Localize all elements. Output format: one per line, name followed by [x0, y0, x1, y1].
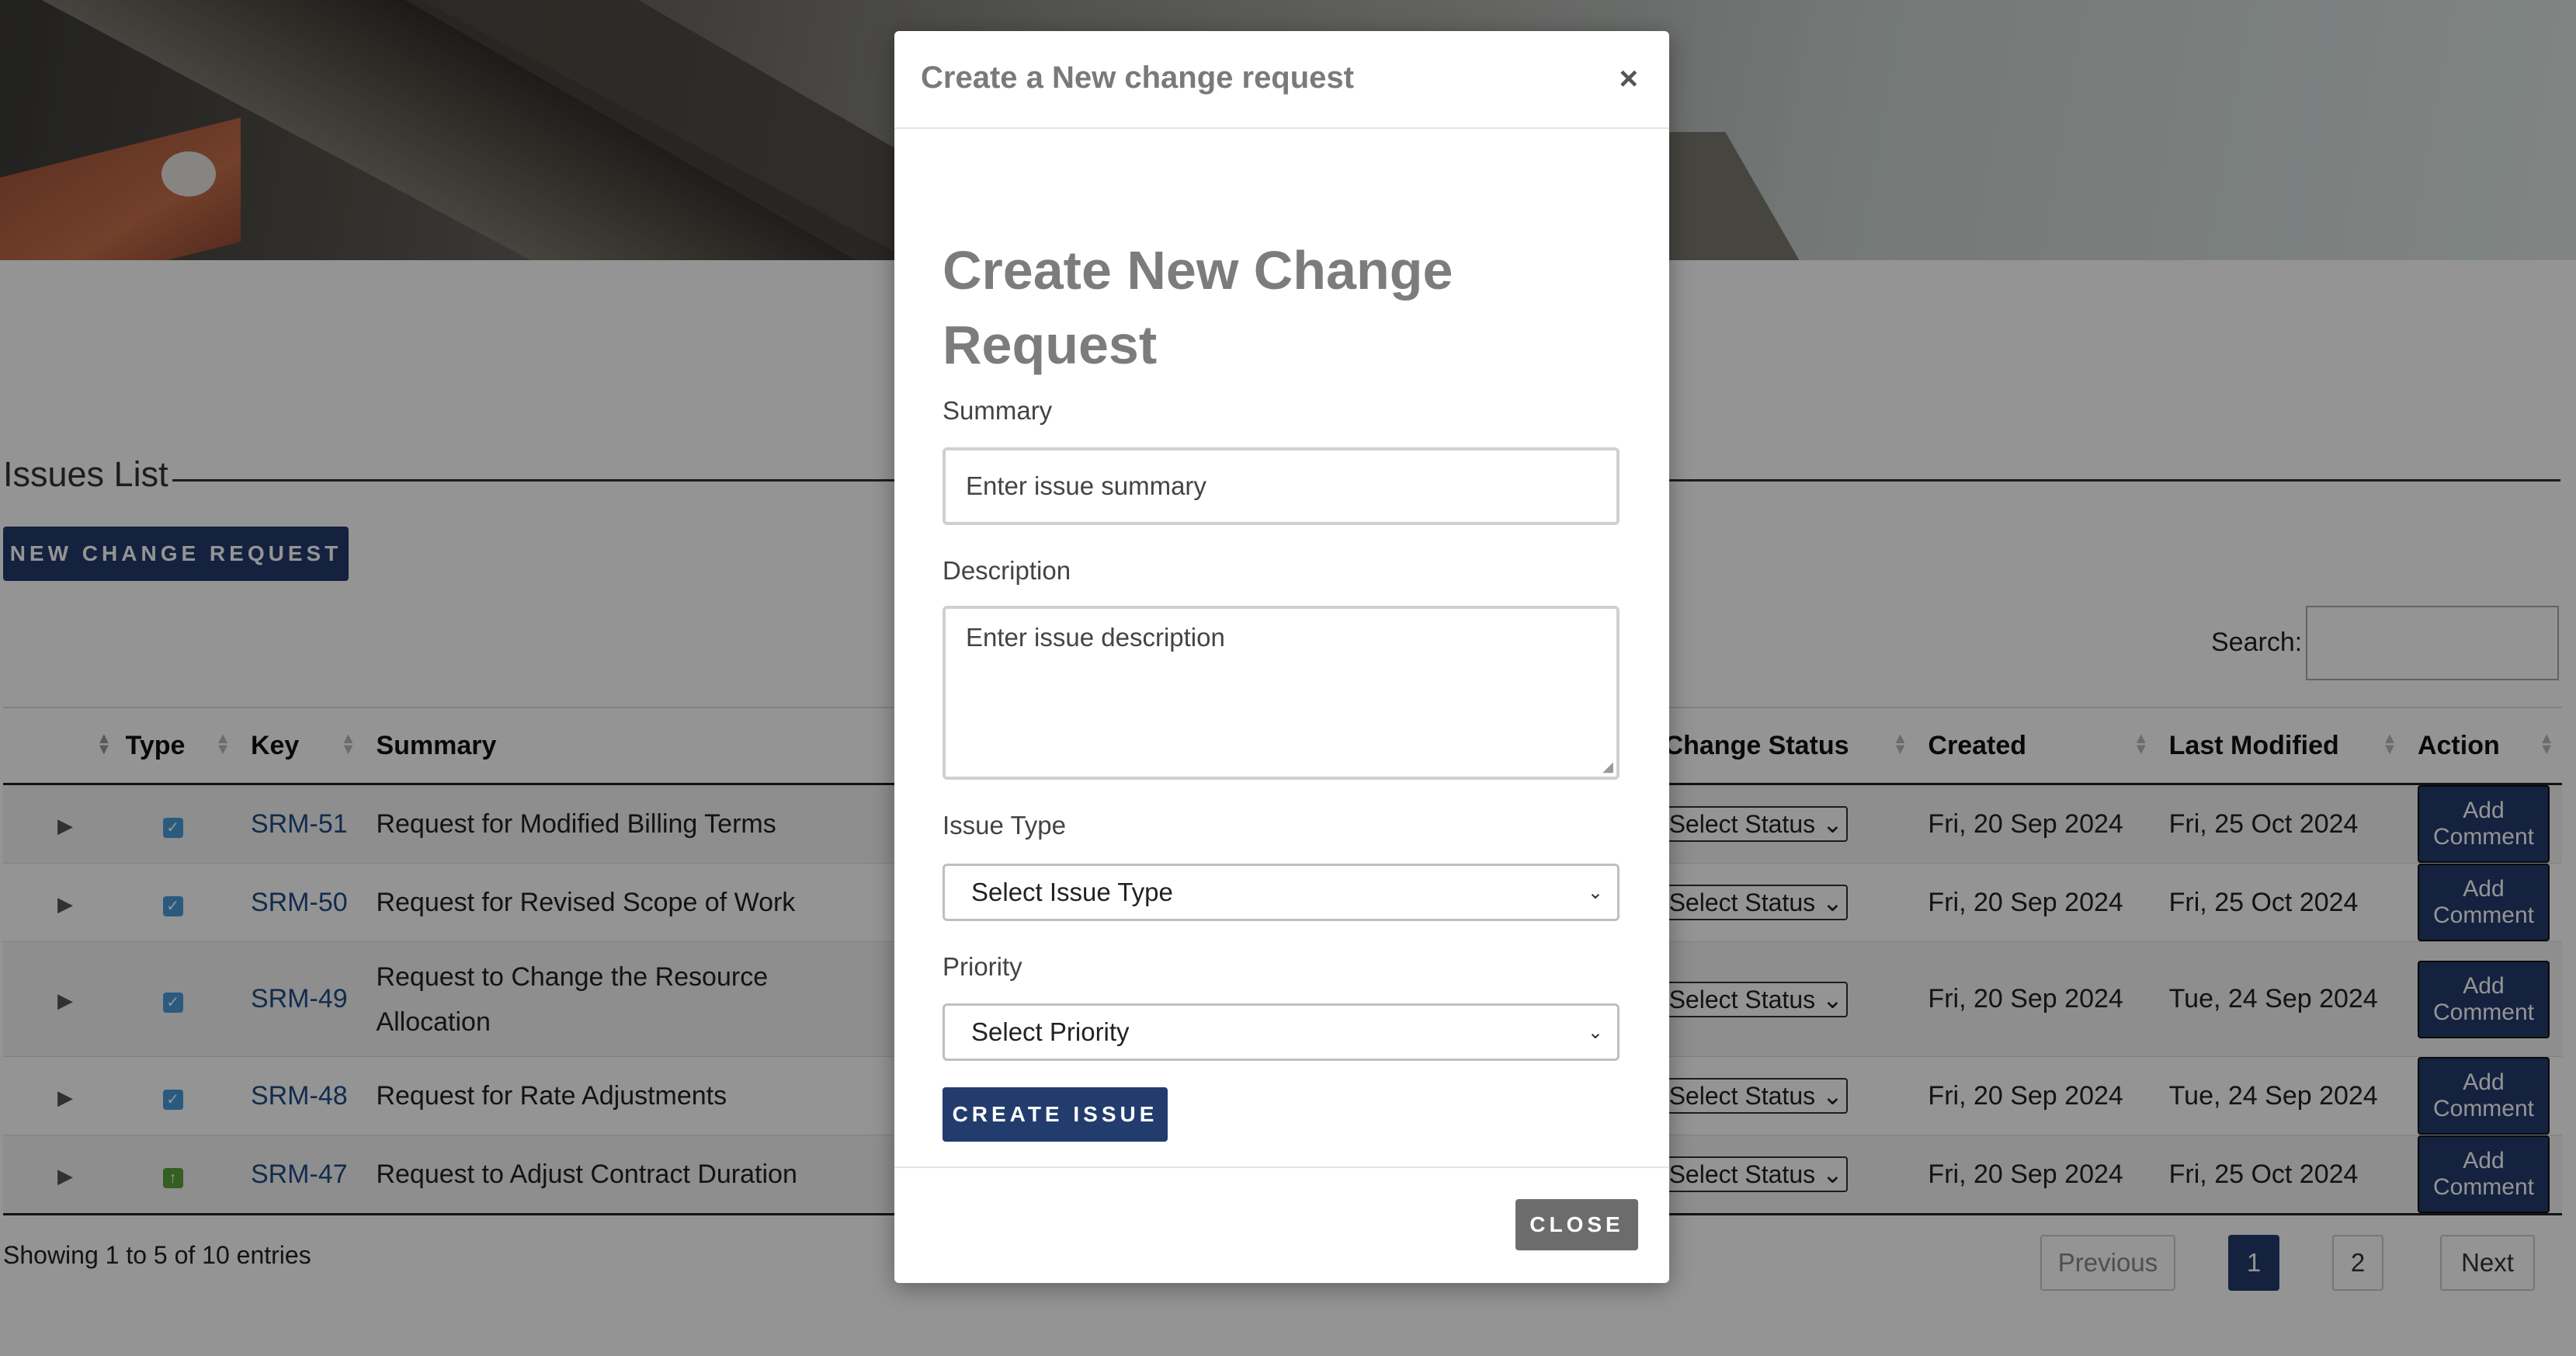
priority-label: Priority	[943, 952, 1022, 981]
modal-header: Create a New change request ×	[894, 31, 1669, 129]
form-heading: Create New Change Request	[943, 240, 1453, 375]
modal-title: Create a New change request	[921, 61, 1354, 95]
description-label: Description	[943, 556, 1071, 585]
issue-type-select[interactable]: Select Issue Type ⌄	[943, 864, 1620, 921]
modal-footer: CLOSE	[894, 1167, 1669, 1285]
close-icon[interactable]: ×	[1614, 59, 1643, 98]
chevron-down-icon: ⌄	[1587, 1022, 1603, 1043]
priority-selected: Select Priority	[971, 1017, 1130, 1046]
resize-handle-icon[interactable]: ◢	[1602, 759, 1613, 775]
description-textarea[interactable]: Enter issue description ◢	[943, 606, 1620, 780]
close-button[interactable]: CLOSE	[1515, 1199, 1638, 1250]
summary-input[interactable]: Enter issue summary	[943, 447, 1620, 525]
summary-placeholder: Enter issue summary	[966, 471, 1206, 500]
description-placeholder: Enter issue description	[966, 623, 1225, 652]
create-issue-button[interactable]: CREATE ISSUE	[943, 1087, 1168, 1142]
priority-select[interactable]: Select Priority ⌄	[943, 1003, 1620, 1061]
chevron-down-icon: ⌄	[1587, 882, 1603, 903]
issue-type-label: Issue Type	[943, 811, 1066, 840]
summary-label: Summary	[943, 396, 1053, 425]
issue-type-selected: Select Issue Type	[971, 878, 1173, 906]
create-change-request-modal: Create a New change request × Create New…	[894, 31, 1669, 1283]
